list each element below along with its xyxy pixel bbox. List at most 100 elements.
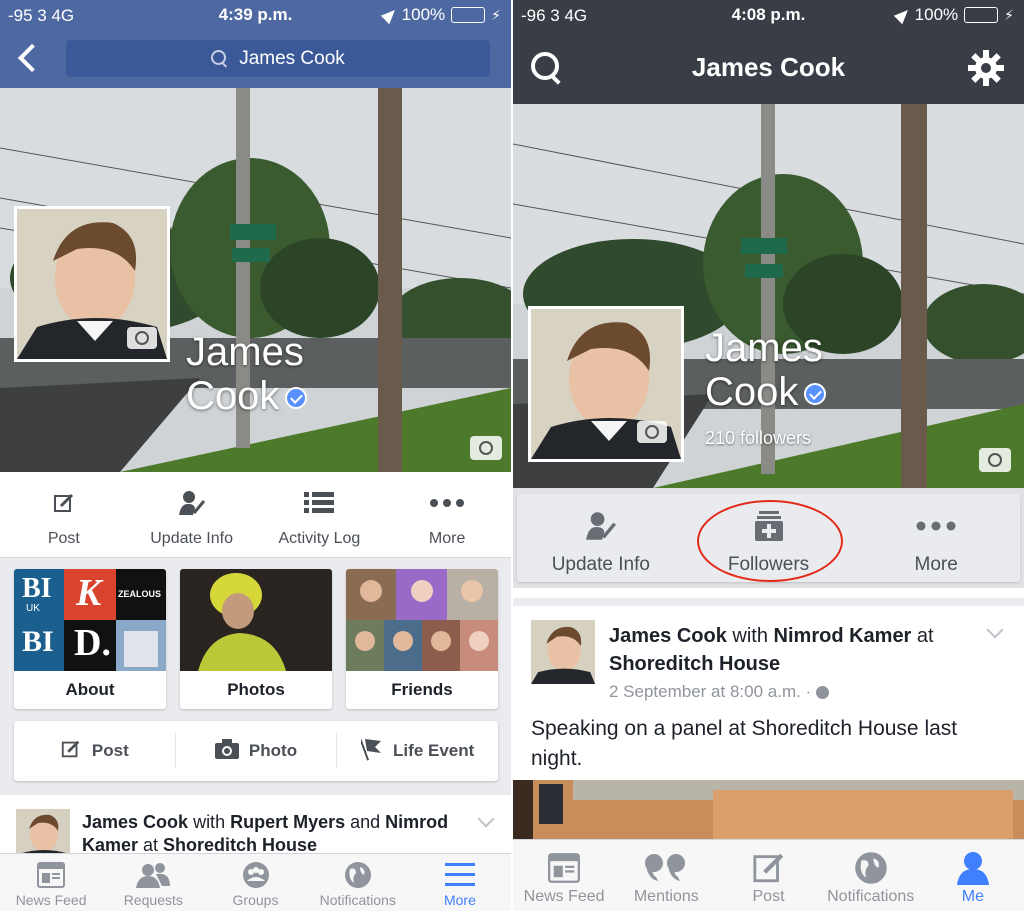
page-title: James Cook: [691, 52, 846, 82]
person-edit-icon: [128, 490, 256, 516]
quote-icon: [615, 850, 717, 886]
verified-badge-icon: [285, 387, 308, 410]
composer-bar: Post Photo Life Event: [14, 721, 498, 781]
about-card[interactable]: BI UK K ZEALOUS BI D. About: [14, 569, 166, 709]
profile-action-row: Post Update Info Activity Log More: [0, 472, 511, 558]
profile-cards: BI UK K ZEALOUS BI D. About Photos Frien…: [14, 569, 498, 709]
public-globe-icon: [815, 686, 829, 700]
friend-requests-icon: [102, 860, 204, 890]
battery-percent: 100%: [914, 5, 959, 24]
photos-label: Photos: [227, 680, 285, 699]
top-nav-bar: -95 3 4G 4:39 p.m. 100% ⚡ James Cook: [0, 0, 511, 88]
tab-mentions[interactable]: Mentions: [615, 840, 717, 911]
update-info-button[interactable]: Update Info: [128, 472, 256, 557]
search-text: James Cook: [239, 47, 345, 69]
top-nav-bar: -96 3 4G 4:08 p.m. 100% ⚡ James Cook: [513, 0, 1024, 104]
bottom-tab-bar: News Feed Mentions Post Notifications Me: [513, 839, 1024, 911]
post-button[interactable]: Post: [0, 472, 128, 557]
composer-photo-button[interactable]: Photo: [176, 733, 338, 769]
tab-notifications[interactable]: Notifications: [307, 854, 409, 911]
composer-post-button[interactable]: Post: [14, 733, 176, 769]
tab-notifications[interactable]: Notifications: [820, 840, 922, 911]
update-info-button[interactable]: Update Info: [517, 494, 685, 582]
more-dots-icon: [852, 510, 1020, 542]
bottom-tab-bar: News Feed Requests Groups Notifications …: [0, 853, 511, 911]
more-dots-icon: [383, 490, 511, 516]
profile-name: James Cook: [186, 330, 308, 418]
tab-requests[interactable]: Requests: [102, 854, 204, 911]
activity-log-button[interactable]: Activity Log: [256, 472, 384, 557]
status-bar: -95 3 4G 4:39 p.m. 100% ⚡: [0, 0, 511, 32]
post-body: Speaking on a panel at Shoreditch House …: [531, 717, 958, 770]
tab-news-feed[interactable]: News Feed: [0, 854, 102, 911]
right-phone-screen: -96 3 4G 4:08 p.m. 100% ⚡ James Cook Jam…: [513, 0, 1024, 911]
more-button[interactable]: More: [383, 472, 511, 557]
list-icon: [256, 490, 384, 516]
photos-card[interactable]: Photos: [180, 569, 332, 709]
followers-count[interactable]: 210 followers: [705, 428, 811, 449]
feed-post[interactable]: James Cook with Nimrod Kamer at Shoredit…: [513, 598, 1024, 780]
status-bar: -96 3 4G 4:08 p.m. 100% ⚡: [513, 0, 1024, 32]
friends-thumbnail: [346, 569, 498, 671]
person-edit-icon: [517, 510, 685, 542]
chevron-down-icon[interactable]: [477, 810, 495, 828]
profile-camera-icon[interactable]: [637, 421, 667, 443]
tab-more[interactable]: More: [409, 854, 511, 911]
charging-icon: ⚡: [491, 6, 501, 23]
groups-icon: [204, 860, 306, 890]
globe-icon: [307, 860, 409, 890]
search-icon: [211, 49, 229, 68]
edit-icon: [0, 490, 128, 516]
flag-icon: [359, 737, 383, 766]
d-logo: D.: [74, 622, 111, 664]
post-photo[interactable]: [513, 780, 1024, 840]
location-icon: [893, 5, 912, 25]
bi-logo-top: BI: [22, 573, 52, 604]
gear-icon[interactable]: [968, 50, 1004, 86]
left-phone-screen: -95 3 4G 4:39 p.m. 100% ⚡ James Cook Jam…: [0, 0, 511, 911]
profile-camera-icon[interactable]: [127, 327, 157, 349]
back-button[interactable]: [14, 42, 44, 76]
cover-camera-icon[interactable]: [470, 436, 502, 460]
post-avatar[interactable]: [531, 620, 595, 684]
bi-logo-bottom: BI: [22, 625, 54, 658]
charging-icon: ⚡: [1004, 6, 1014, 23]
composer-life-event-button[interactable]: Life Event: [337, 733, 498, 769]
zealous-logo: ZEALOUS: [118, 589, 162, 599]
post-timestamp: 2 September at 8:00 a.m. ·: [609, 682, 829, 702]
battery-icon: [964, 7, 999, 23]
person-icon: [922, 850, 1024, 886]
edit-icon: [60, 738, 82, 765]
k-logo: K: [76, 572, 102, 614]
globe-icon: [820, 850, 922, 886]
friends-label: Friends: [391, 680, 453, 699]
cover-camera-icon[interactable]: [979, 448, 1011, 472]
status-right: 100% ⚡: [893, 5, 1014, 25]
tab-groups[interactable]: Groups: [204, 854, 306, 911]
verified-badge-icon: [804, 383, 827, 406]
menu-icon: [409, 860, 511, 890]
post-headline: James Cook with Nimrod Kamer at Shoredit…: [609, 625, 934, 675]
search-bar[interactable]: James Cook: [66, 40, 490, 77]
friends-card[interactable]: Friends: [346, 569, 498, 709]
tab-me[interactable]: Me: [922, 840, 1024, 911]
tab-news-feed[interactable]: News Feed: [513, 840, 615, 911]
tab-post[interactable]: Post: [717, 840, 819, 911]
about-thumbnail: BI UK K ZEALOUS BI D.: [14, 569, 166, 671]
news-feed-icon: [0, 860, 102, 890]
bi-logo-uk: UK: [26, 603, 40, 614]
photos-thumbnail: [180, 569, 332, 671]
location-icon: [380, 5, 399, 25]
story-headline: James Cook with Rupert Myers and Nimrod …: [82, 812, 449, 855]
news-feed-icon: [513, 850, 615, 886]
annotation-circle: [697, 500, 843, 582]
profile-picture[interactable]: [14, 206, 170, 362]
camera-icon: [214, 738, 239, 764]
compose-icon: [717, 850, 819, 886]
more-button[interactable]: More: [852, 494, 1020, 582]
about-label: About: [65, 680, 115, 699]
feed-story[interactable]: James Cook with Rupert Myers and Nimrod …: [0, 795, 511, 863]
profile-name: James Cook: [705, 326, 827, 414]
profile-picture[interactable]: [528, 306, 684, 462]
status-right: 100% ⚡: [380, 5, 501, 25]
